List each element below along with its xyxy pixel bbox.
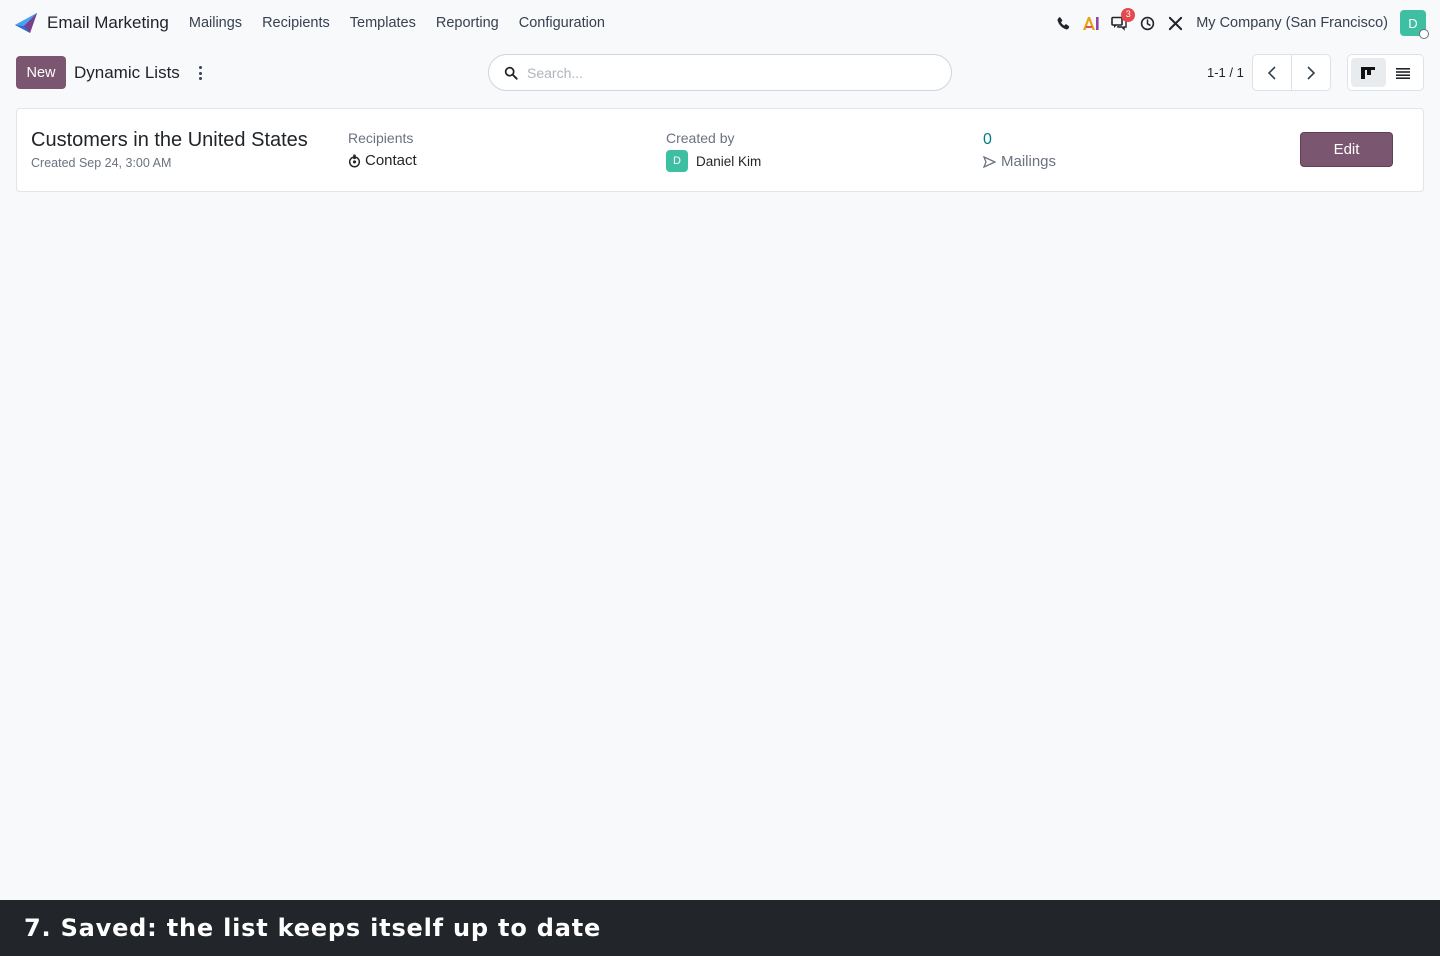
chevron-right-icon — [1307, 65, 1316, 80]
creator-name: Daniel Kim — [696, 153, 762, 169]
messages-icon[interactable]: 3 — [1106, 8, 1136, 36]
control-panel: New Dynamic Lists 1-1 / 1 — [0, 46, 1440, 98]
pager-value[interactable]: 1-1 / 1 — [1207, 65, 1244, 80]
menu-recipients[interactable]: Recipients — [262, 15, 330, 31]
main-menu: Mailings Recipients Templates Reporting … — [189, 15, 625, 31]
menu-templates[interactable]: Templates — [350, 15, 416, 31]
page-title: Dynamic Lists — [74, 63, 180, 82]
kanban-record-card[interactable]: Customers in the United States Created S… — [16, 108, 1424, 192]
recipients-model: Contact — [365, 152, 417, 169]
kanban-view-button[interactable] — [1351, 58, 1386, 87]
email-marketing-app-icon[interactable] — [14, 11, 38, 35]
pager-next-button[interactable] — [1291, 55, 1330, 90]
mailings-count[interactable]: 0 — [983, 131, 992, 149]
ai-icon[interactable] — [1078, 10, 1104, 36]
tutorial-caption: 7. Saved: the list keeps itself up to da… — [24, 914, 602, 942]
kanban-view-icon — [1361, 66, 1376, 79]
tools-icon[interactable] — [1162, 10, 1188, 36]
pager-buttons — [1252, 54, 1331, 91]
app-name[interactable]: Email Marketing — [47, 13, 169, 33]
tutorial-caption-bar: 7. Saved: the list keeps itself up to da… — [0, 900, 1440, 956]
menu-mailings[interactable]: Mailings — [189, 15, 242, 31]
menu-configuration[interactable]: Configuration — [519, 15, 605, 31]
new-button[interactable]: New — [16, 56, 66, 89]
chevron-left-icon — [1267, 65, 1276, 80]
systray: 3 My Company (San Francisco) D — [1048, 8, 1429, 39]
search-input[interactable] — [527, 57, 951, 88]
pager-previous-button[interactable] — [1253, 55, 1291, 90]
action-menu-icon[interactable] — [192, 64, 208, 82]
view-switcher — [1347, 54, 1424, 91]
contact-model-icon — [348, 154, 361, 167]
created-by-value: D Daniel Kim — [666, 150, 761, 172]
user-avatar-initial: D — [1408, 15, 1418, 31]
recipients-value: Contact — [348, 152, 417, 169]
send-icon — [983, 155, 996, 168]
mailings-stat-button[interactable]: Mailings — [983, 153, 1056, 170]
phone-icon[interactable] — [1050, 10, 1076, 36]
company-switcher[interactable]: My Company (San Francisco) — [1196, 15, 1388, 31]
list-view-button[interactable] — [1386, 58, 1421, 87]
top-navbar: Email Marketing Mailings Recipients Temp… — [0, 0, 1440, 46]
record-created-date: Created Sep 24, 3:00 AM — [31, 156, 172, 170]
edit-button[interactable]: Edit — [1300, 132, 1393, 167]
search-bar[interactable] — [488, 54, 952, 91]
creator-avatar[interactable]: D — [666, 150, 688, 172]
user-avatar[interactable]: D — [1400, 10, 1429, 39]
search-icon — [504, 66, 518, 80]
record-title[interactable]: Customers in the United States — [31, 129, 308, 152]
menu-reporting[interactable]: Reporting — [436, 15, 499, 31]
created-by-label: Created by — [666, 130, 735, 146]
list-view-icon — [1395, 67, 1410, 79]
activity-clock-icon[interactable] — [1134, 10, 1160, 36]
recipients-label: Recipients — [348, 130, 414, 146]
presence-status-icon — [1419, 29, 1429, 39]
mailings-label: Mailings — [1001, 153, 1057, 170]
message-count-badge: 3 — [1121, 8, 1136, 22]
